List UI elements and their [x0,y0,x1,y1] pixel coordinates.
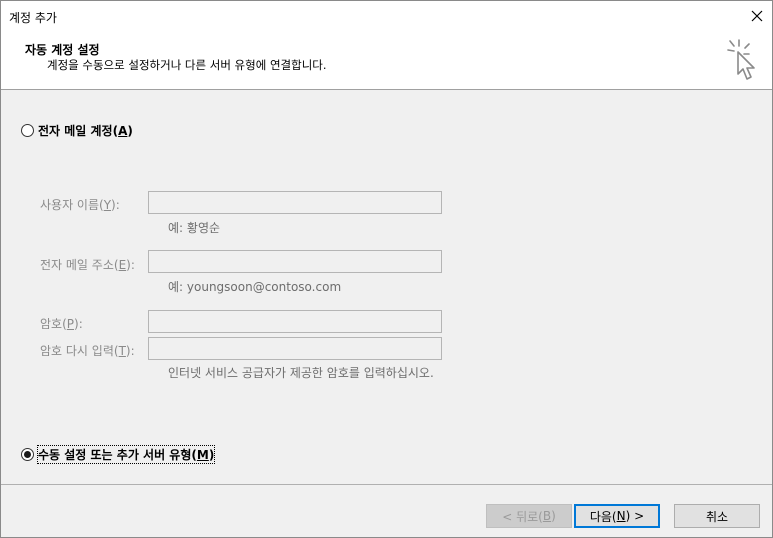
email-account-radio[interactable]: 전자 메일 계정(A) [21,122,133,139]
add-account-dialog: 계정 추가 자동 계정 설정 계정을 수동으로 설정하거나 다른 서버 유형에 … [0,0,773,538]
cursor-sparkle-icon [727,39,755,80]
password-label: 암호 [40,317,63,331]
cancel-button[interactable]: 취소 [674,504,760,528]
next-button-suffix: ) > [625,509,645,523]
back-button-accesskey: B [542,509,552,523]
manual-setup-radio[interactable]: 수동 설정 또는 추가 서버 유형(M) [21,445,216,464]
footer-divider [1,484,772,485]
close-icon [751,10,763,22]
email-address-label: 전자 메일 주소 [40,258,114,272]
close-button[interactable] [742,1,772,31]
title-bar: 계정 추가 [1,1,772,32]
header-subtitle: 계정을 수동으로 설정하거나 다른 서버 유형에 연결합니다. [47,58,327,72]
next-button-accesskey: N [616,509,626,523]
password-input[interactable] [148,310,442,333]
user-name-hint: 예: 황영순 [168,221,221,235]
password-accesskey: P [66,317,75,331]
user-name-input[interactable] [148,191,442,214]
back-button-prefix: < 뒤로( [502,509,543,524]
manual-setup-accesskey: M [196,448,209,462]
email-address-input[interactable] [148,250,442,273]
window-title: 계정 추가 [9,11,57,25]
email-account-radio-circle[interactable] [21,124,34,137]
password-confirm-accesskey: T [118,344,126,358]
header-title: 자동 계정 설정 [25,43,100,57]
wizard-header: 자동 계정 설정 계정을 수동으로 설정하거나 다른 서버 유형에 연결합니다. [1,32,772,90]
password-confirm-hint: 인터넷 서비스 공급자가 제공한 암호를 입력하십시오. [168,366,434,380]
email-address-hint: 예: youngsoon@contoso.com [168,280,342,294]
manual-setup-label: 수동 설정 또는 추가 서버 유형 [38,448,192,462]
next-button[interactable]: 다음(N) > [574,504,660,528]
email-address-accesskey: E [118,258,127,272]
email-account-label: 전자 메일 계정 [38,124,113,138]
cancel-button-label: 취소 [705,509,729,524]
user-name-label: 사용자 이름 [40,198,100,212]
manual-setup-radio-circle[interactable] [21,448,34,461]
email-account-accesskey: A [118,124,128,138]
user-name-accesskey: Y [103,198,112,212]
password-confirm-label: 암호 다시 입력 [40,344,114,358]
back-button-suffix: ) [551,509,556,523]
back-button[interactable]: < 뒤로(B) [486,504,572,528]
password-confirm-input[interactable] [148,337,442,360]
next-button-prefix: 다음( [589,509,617,524]
